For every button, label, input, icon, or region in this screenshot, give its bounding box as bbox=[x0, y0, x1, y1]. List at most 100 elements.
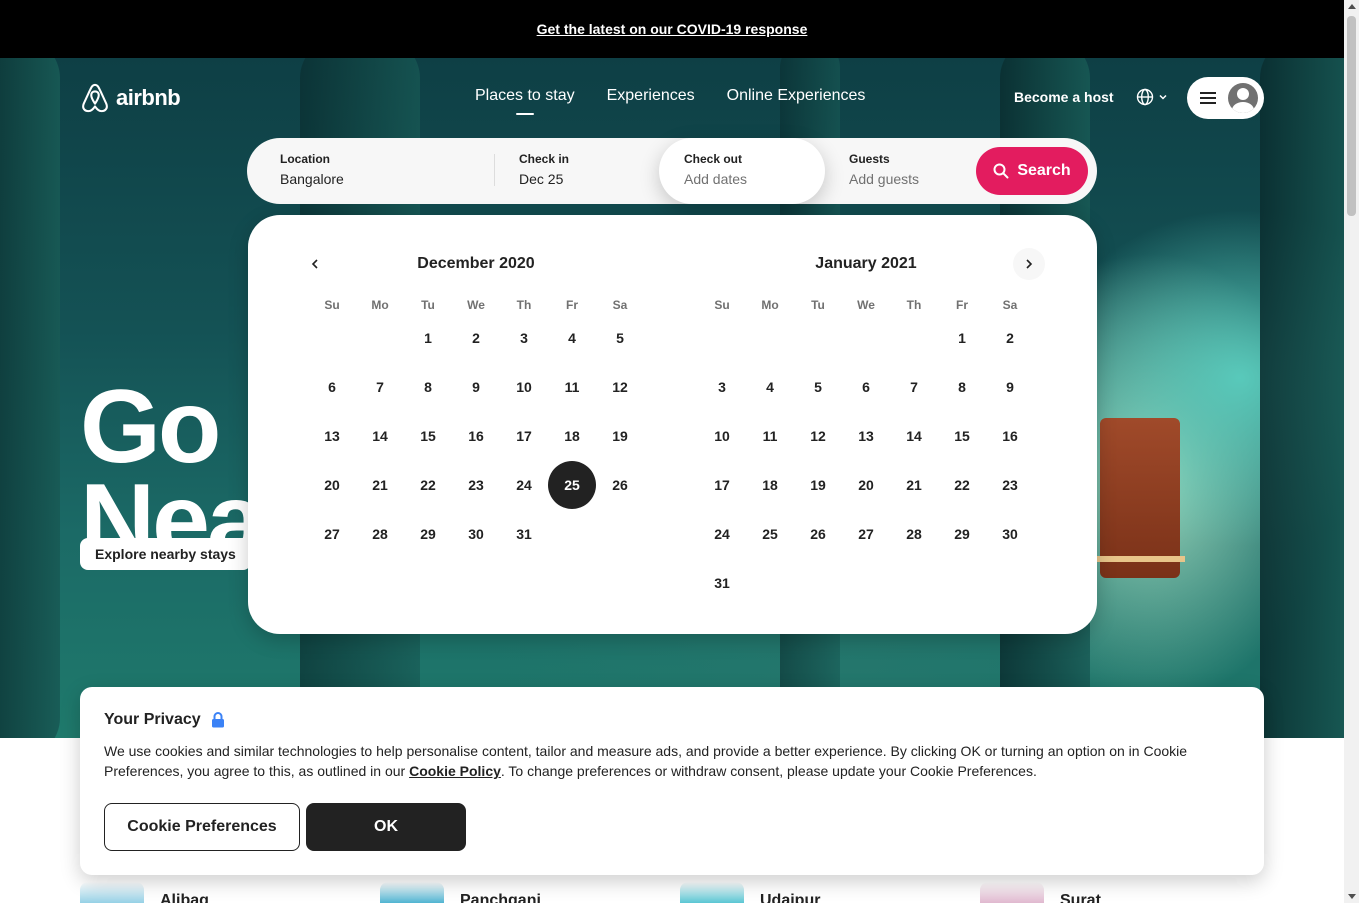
become-host-link[interactable]: Become a host bbox=[1014, 89, 1114, 105]
search-button[interactable]: Search bbox=[976, 147, 1088, 195]
calendar-day[interactable]: 11 bbox=[746, 411, 794, 460]
calendar-day[interactable]: 29 bbox=[938, 509, 986, 558]
calendar-day[interactable]: 29 bbox=[404, 509, 452, 558]
calendar-day[interactable]: 10 bbox=[500, 362, 548, 411]
covid-link[interactable]: Get the latest on our COVID-19 response bbox=[537, 21, 808, 37]
user-menu-button[interactable] bbox=[1187, 77, 1264, 119]
calendar-day[interactable]: 8 bbox=[938, 362, 986, 411]
calendar-day[interactable]: 7 bbox=[356, 362, 404, 411]
nav-online-experiences[interactable]: Online Experiences bbox=[727, 87, 866, 115]
cookie-policy-link[interactable]: Cookie Policy bbox=[409, 763, 501, 779]
calendar-day[interactable]: 6 bbox=[842, 362, 890, 411]
calendar-day[interactable]: 19 bbox=[596, 411, 644, 460]
destination-card[interactable]: Surat bbox=[980, 882, 1101, 903]
page-scrollbar[interactable] bbox=[1344, 0, 1359, 903]
weekday-label: We bbox=[467, 298, 485, 312]
calendar-day[interactable]: 11 bbox=[548, 362, 596, 411]
calendar-day[interactable]: 13 bbox=[308, 411, 356, 460]
calendar-day[interactable]: 22 bbox=[938, 460, 986, 509]
calendar-day[interactable]: 15 bbox=[938, 411, 986, 460]
calendar-day[interactable]: 3 bbox=[500, 313, 548, 362]
calendar-day[interactable]: 27 bbox=[842, 509, 890, 558]
calendar-day[interactable]: 24 bbox=[500, 460, 548, 509]
calendar-day[interactable]: 19 bbox=[794, 460, 842, 509]
calendar-day[interactable]: 2 bbox=[452, 313, 500, 362]
weekday-label: Fr bbox=[566, 298, 578, 312]
calendar-day[interactable]: 10 bbox=[698, 411, 746, 460]
check-in-field[interactable]: Check in Dec 25 bbox=[519, 138, 639, 204]
calendar-day[interactable]: 5 bbox=[794, 362, 842, 411]
destination-thumbnail bbox=[680, 882, 744, 903]
calendar-day[interactable]: 21 bbox=[356, 460, 404, 509]
calendar-day[interactable]: 2 bbox=[986, 313, 1034, 362]
weekday-label: Sa bbox=[1002, 298, 1018, 312]
guests-field[interactable]: Guests Add guests bbox=[849, 138, 969, 204]
calendar-day[interactable]: 24 bbox=[698, 509, 746, 558]
calendar-day[interactable]: 30 bbox=[452, 509, 500, 558]
calendar-day[interactable]: 18 bbox=[746, 460, 794, 509]
calendar-empty-cell bbox=[698, 313, 746, 362]
check-out-field[interactable]: Check out Add dates bbox=[659, 138, 825, 204]
calendar-day[interactable]: 30 bbox=[986, 509, 1034, 558]
calendar-day[interactable]: 1 bbox=[404, 313, 452, 362]
calendar-day[interactable]: 21 bbox=[890, 460, 938, 509]
location-input[interactable]: Bangalore bbox=[280, 171, 480, 187]
calendar-day[interactable]: 18 bbox=[548, 411, 596, 460]
ok-button[interactable]: OK bbox=[306, 803, 466, 851]
weekday-label: Tu bbox=[421, 298, 435, 312]
calendar-day[interactable]: 28 bbox=[890, 509, 938, 558]
calendar-day[interactable]: 6 bbox=[308, 362, 356, 411]
calendar-day[interactable]: 28 bbox=[356, 509, 404, 558]
calendar-day[interactable]: 31 bbox=[500, 509, 548, 558]
calendar-days: 1 2 3 4 5 6 7 8 9 10 11 12 13 14 15 16 17 18 19 20 21 22 23 24 2… bbox=[308, 313, 644, 558]
calendar-day[interactable]: 3 bbox=[698, 362, 746, 411]
calendar-day[interactable]: 26 bbox=[596, 460, 644, 509]
privacy-dialog: Your Privacy We use cookies and similar … bbox=[80, 687, 1264, 875]
calendar-day[interactable]: 23 bbox=[452, 460, 500, 509]
airbnb-logo-icon bbox=[82, 83, 108, 113]
calendar-day[interactable]: 17 bbox=[698, 460, 746, 509]
calendar-day[interactable]: 13 bbox=[842, 411, 890, 460]
calendar-day[interactable]: 4 bbox=[548, 313, 596, 362]
calendar-day[interactable]: 23 bbox=[986, 460, 1034, 509]
calendar-day[interactable]: 17 bbox=[500, 411, 548, 460]
calendar-day[interactable]: 31 bbox=[698, 558, 746, 607]
calendar-day[interactable]: 15 bbox=[404, 411, 452, 460]
calendar-day[interactable]: 26 bbox=[794, 509, 842, 558]
calendar-day[interactable]: 22 bbox=[404, 460, 452, 509]
calendar-day[interactable]: 7 bbox=[890, 362, 938, 411]
calendar-day[interactable]: 14 bbox=[890, 411, 938, 460]
calendar-day-selected[interactable]: 25 bbox=[548, 460, 596, 509]
calendar-day[interactable]: 16 bbox=[452, 411, 500, 460]
airbnb-logo[interactable]: airbnb bbox=[80, 82, 181, 114]
destination-card[interactable]: Udaipur bbox=[680, 882, 820, 903]
explore-nearby-button[interactable]: Explore nearby stays bbox=[80, 538, 251, 570]
calendar-day[interactable]: 20 bbox=[308, 460, 356, 509]
nav-places-to-stay[interactable]: Places to stay bbox=[475, 87, 575, 115]
check-out-placeholder: Add dates bbox=[684, 171, 748, 187]
calendar-day[interactable]: 12 bbox=[794, 411, 842, 460]
calendar-day[interactable]: 14 bbox=[356, 411, 404, 460]
scroll-down-arrow-icon[interactable] bbox=[1348, 894, 1356, 899]
calendar-day[interactable]: 9 bbox=[452, 362, 500, 411]
calendar-day[interactable]: 12 bbox=[596, 362, 644, 411]
destination-card[interactable]: Panchgani bbox=[380, 882, 541, 903]
language-selector[interactable] bbox=[1136, 88, 1168, 106]
location-field[interactable]: Location Bangalore bbox=[280, 138, 480, 204]
scrollbar-thumb[interactable] bbox=[1347, 16, 1356, 216]
calendar-day[interactable]: 4 bbox=[746, 362, 794, 411]
calendar-day[interactable]: 25 bbox=[746, 509, 794, 558]
scroll-up-arrow-icon[interactable] bbox=[1348, 4, 1356, 9]
calendar-day[interactable]: 20 bbox=[842, 460, 890, 509]
destination-card[interactable]: Alibag bbox=[80, 882, 209, 903]
cookie-preferences-button[interactable]: Cookie Preferences bbox=[104, 803, 300, 851]
nav-experiences[interactable]: Experiences bbox=[607, 87, 695, 115]
calendar-day[interactable]: 27 bbox=[308, 509, 356, 558]
calendar-day[interactable]: 16 bbox=[986, 411, 1034, 460]
calendar-empty-cell bbox=[746, 313, 794, 362]
weekday-label: Th bbox=[906, 298, 922, 312]
calendar-day[interactable]: 9 bbox=[986, 362, 1034, 411]
calendar-day[interactable]: 1 bbox=[938, 313, 986, 362]
calendar-day[interactable]: 5 bbox=[596, 313, 644, 362]
calendar-day[interactable]: 8 bbox=[404, 362, 452, 411]
